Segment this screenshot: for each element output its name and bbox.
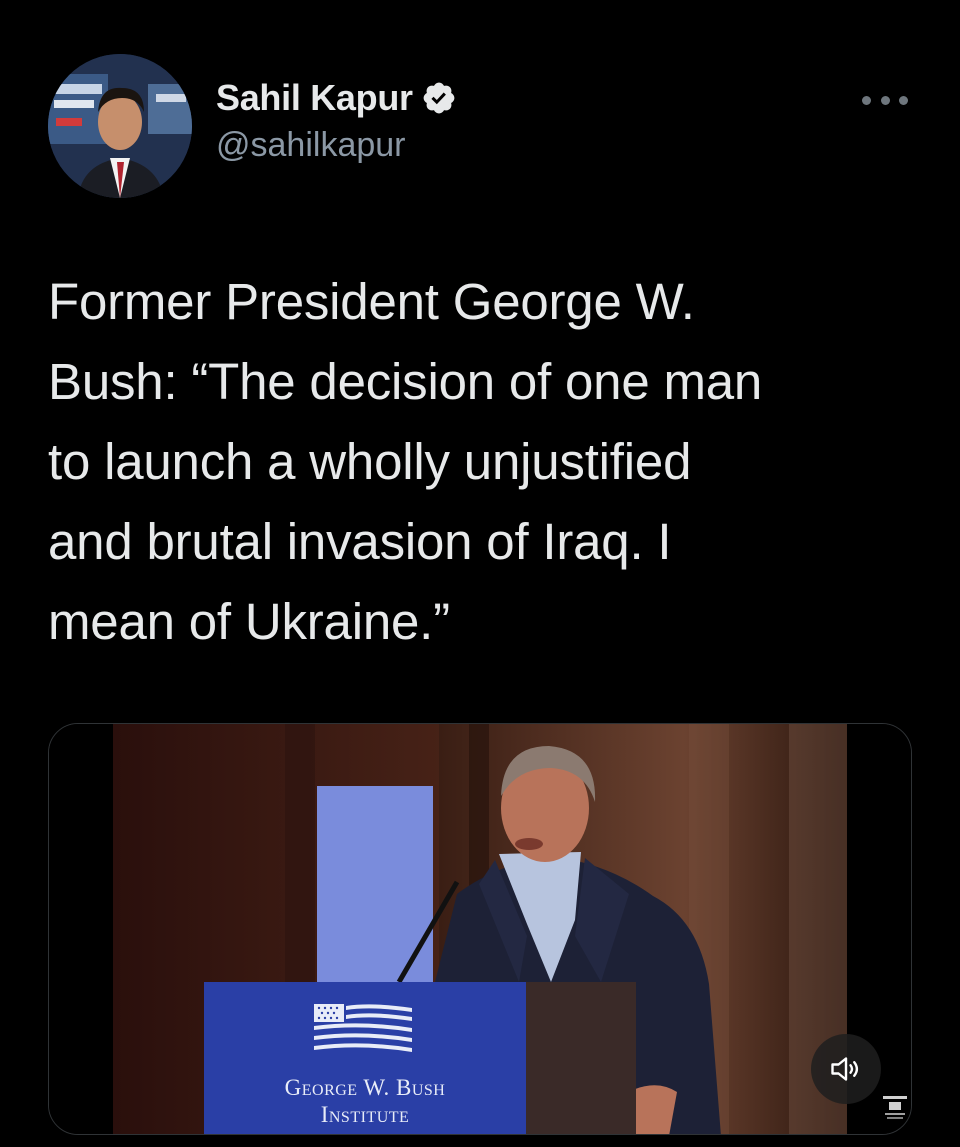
flag-logo-icon — [314, 1004, 412, 1052]
avatar[interactable] — [48, 54, 192, 198]
tweet: Sahil Kapur @sahilkapur Former President… — [0, 0, 960, 1147]
podium-sign: George W. Bush Institute — [204, 1074, 526, 1128]
tweet-text-line: Bush: “The decision of one man — [48, 353, 763, 410]
profile-photo — [48, 54, 192, 198]
more-dot-icon — [899, 95, 908, 105]
podium-sign-line2: Institute — [320, 1102, 410, 1127]
speaker-muted-icon — [831, 1057, 859, 1081]
verified-badge-icon — [423, 82, 455, 114]
tweet-text-line: Former President George W. — [48, 273, 695, 330]
video-player[interactable]: George W. Bush Institute — [48, 723, 912, 1135]
tweet-text-line: and brutal invasion of Iraq. I — [48, 513, 672, 570]
author-info: Sahil Kapur @sahilkapur — [216, 76, 457, 165]
name-row: Sahil Kapur — [216, 76, 457, 120]
tweet-text-line: mean of Ukraine.” — [48, 593, 450, 650]
display-name[interactable]: Sahil Kapur — [216, 77, 413, 119]
more-dot-icon — [862, 95, 871, 105]
more-options-button[interactable] — [862, 88, 908, 112]
handle[interactable]: @sahilkapur — [216, 126, 457, 165]
tweet-text: Former President George W. Bush: “The de… — [48, 262, 918, 662]
tweet-text-line: to launch a wholly unjustified — [48, 433, 692, 490]
podium-sign-line1: George W. Bush — [284, 1075, 446, 1100]
podium: George W. Bush Institute — [204, 982, 526, 1134]
sound-toggle-button[interactable] — [811, 1034, 881, 1104]
channel-watermark-icon — [883, 1096, 907, 1119]
more-dot-icon — [880, 95, 890, 105]
